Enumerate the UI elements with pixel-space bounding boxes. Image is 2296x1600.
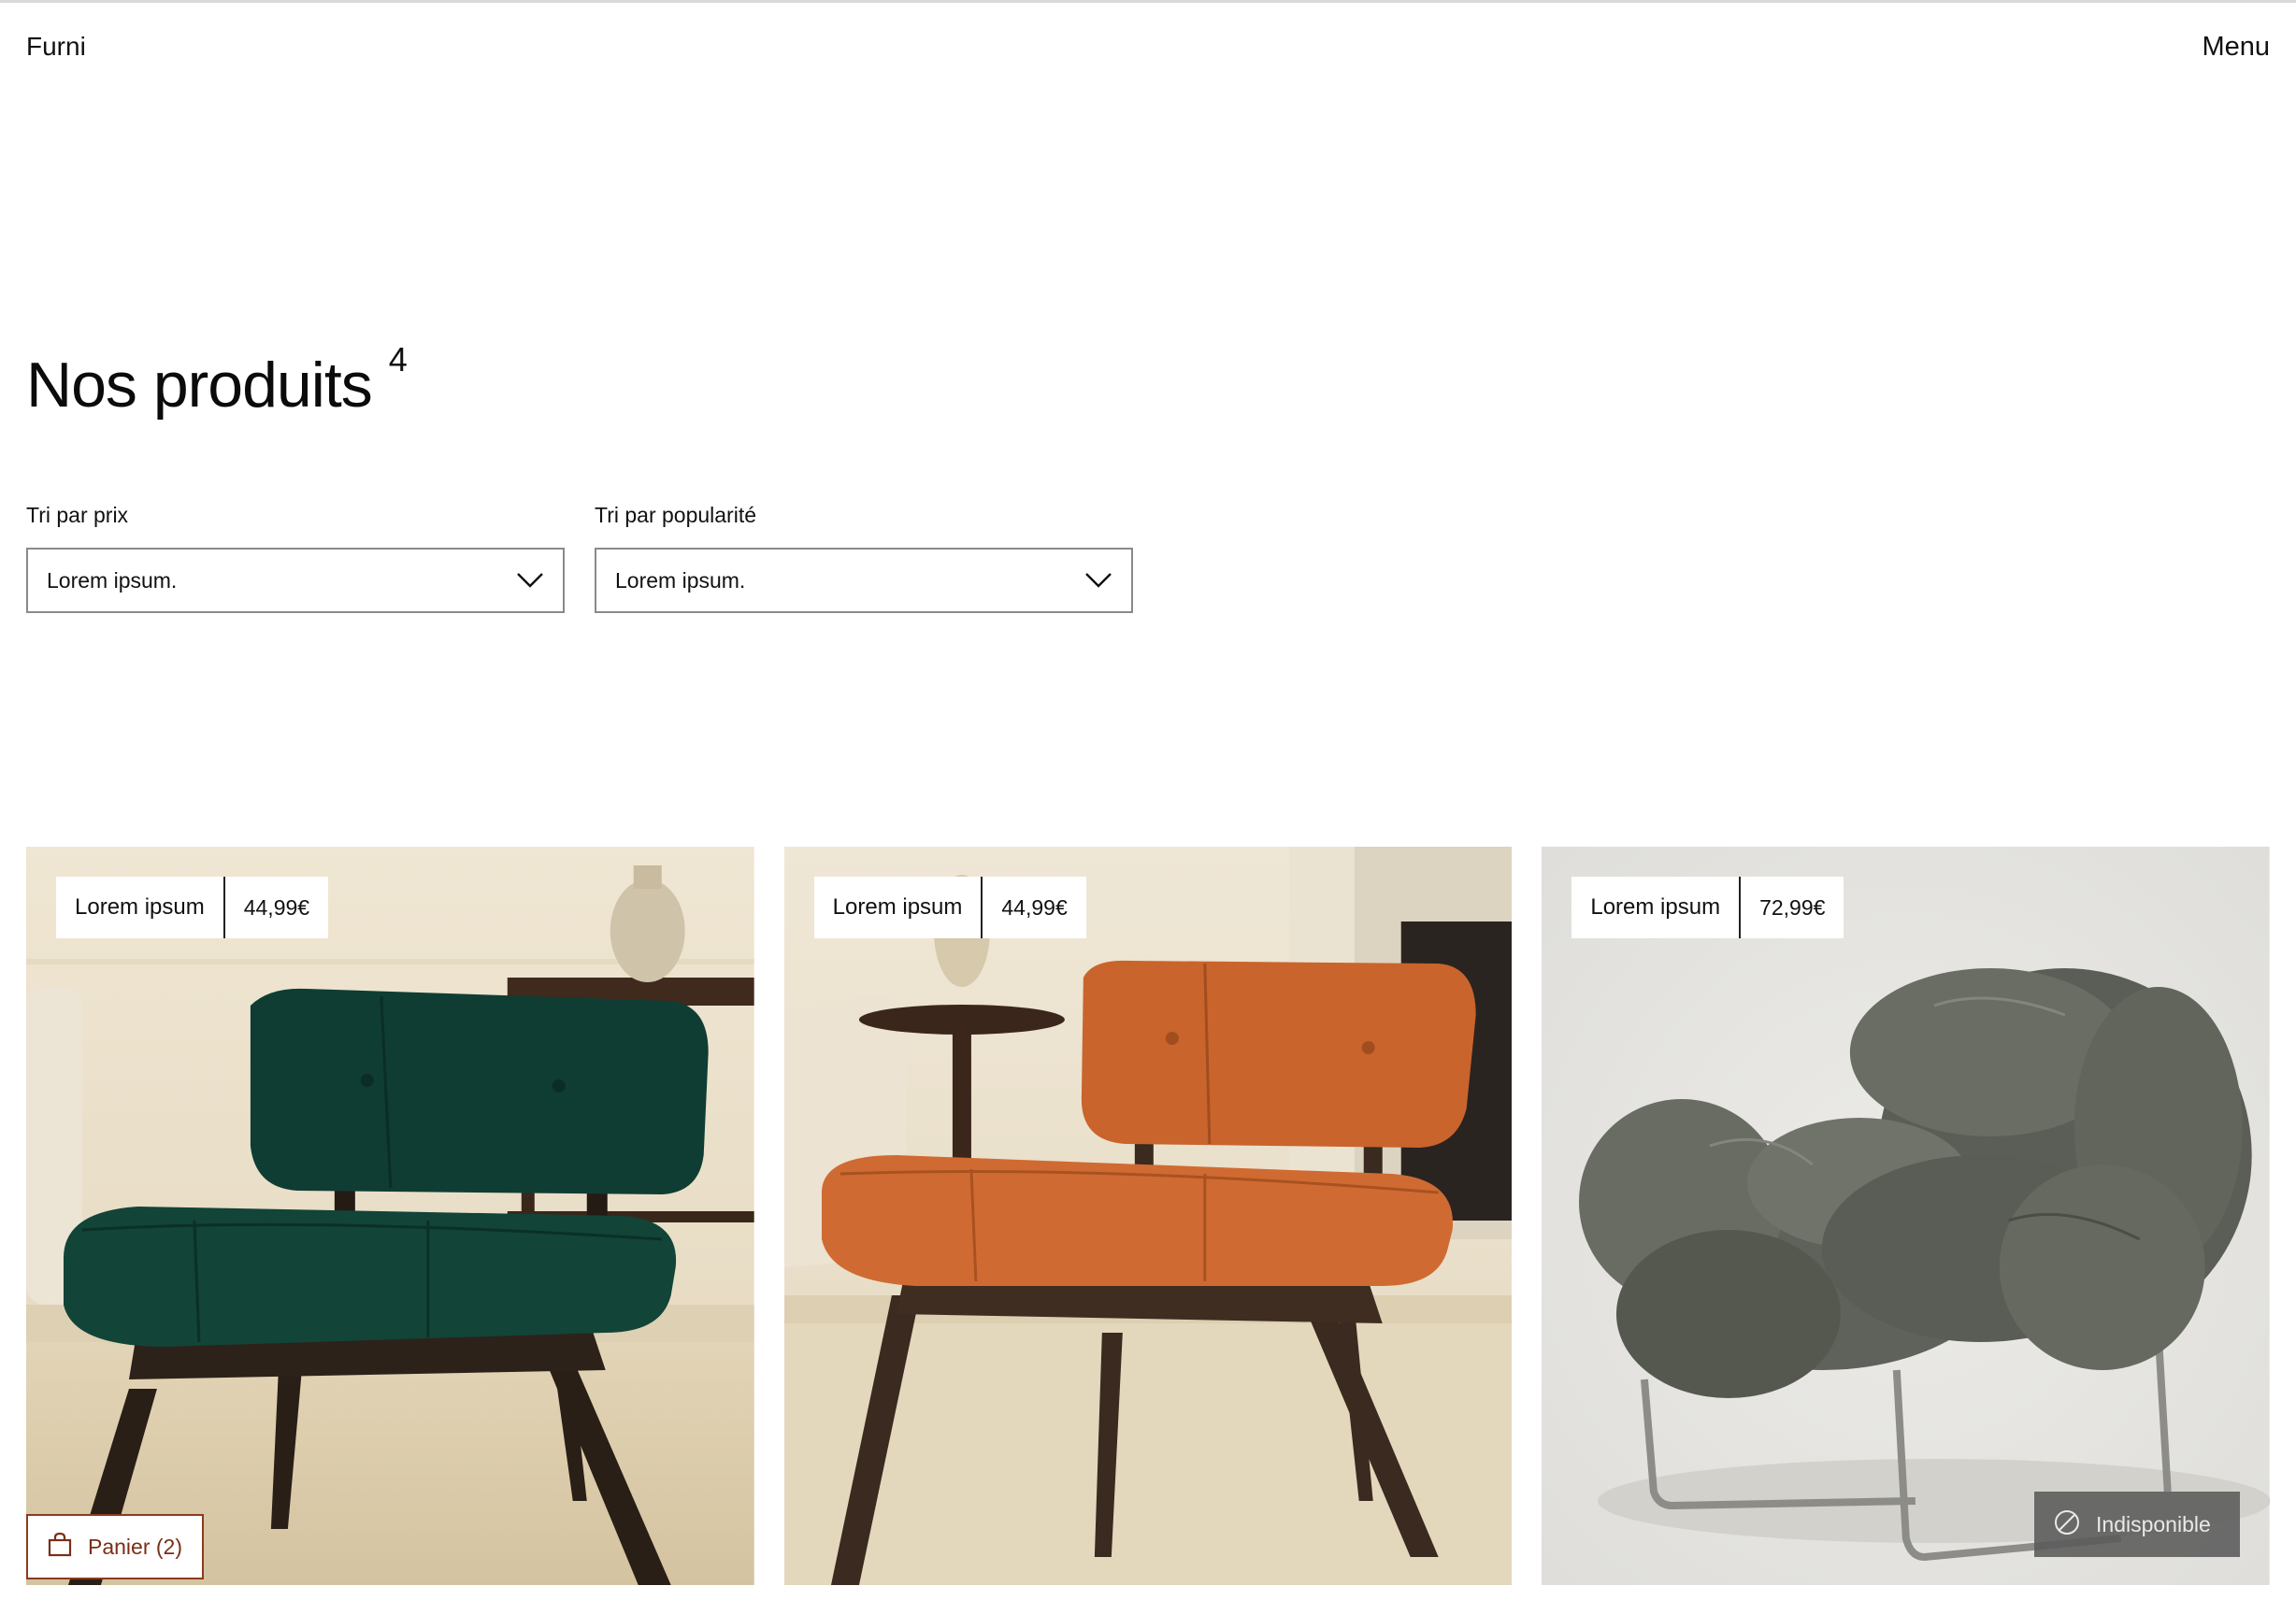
price-tag: Lorem ipsum 44,99€ [56, 877, 329, 938]
cart-label: Panier (2) [88, 1534, 182, 1559]
filter-popularity: Tri par popularité Lorem ipsum. [595, 503, 1133, 613]
product-name: Lorem ipsum [814, 877, 983, 938]
shopping-bag-icon [47, 1532, 73, 1563]
product-name: Lorem ipsum [1571, 877, 1742, 938]
page-title: Nos produits [26, 350, 373, 421]
product-image-orange-chair [783, 847, 1513, 1585]
product-price: 44,99€ [243, 894, 310, 920]
unavailable-badge: Indisponible [2034, 1492, 2241, 1557]
price-sort-select[interactable]: Lorem ipsum. [26, 548, 565, 613]
product-card[interactable]: Lorem ipsum 72,99€ Indisponible [1542, 847, 2271, 1585]
product-card[interactable]: Lorem ipsum 44,99€ [783, 847, 1513, 1585]
unavailable-label: Indisponible [2096, 1511, 2211, 1536]
product-name: Lorem ipsum [56, 877, 225, 938]
site-header: Furni Menu [26, 28, 2270, 65]
filter-price: Tri par prix Lorem ipsum. [26, 503, 565, 613]
filter-price-label: Tri par prix [26, 503, 129, 527]
product-count: 4 [388, 340, 408, 379]
product-grid: Lorem ipsum 44,99€ Panier (2) Lorem ipsu… [26, 847, 2271, 1585]
product-card[interactable]: Lorem ipsum 44,99€ Panier (2) [26, 847, 754, 1585]
popularity-sort-value: Lorem ipsum. [615, 567, 746, 593]
filter-popularity-label: Tri par popularité [595, 503, 757, 527]
unavailable-icon [2053, 1508, 2081, 1541]
price-tag: Lorem ipsum 72,99€ [1571, 877, 1844, 938]
product-image-green-chair [26, 847, 754, 1585]
brand-logo[interactable]: Furni [26, 32, 86, 62]
price-tag: Lorem ipsum 44,99€ [813, 877, 1086, 938]
price-sort-value: Lorem ipsum. [47, 567, 178, 593]
chevron-down-icon [516, 566, 544, 594]
product-price: 44,99€ [1001, 894, 1068, 920]
product-price: 72,99€ [1759, 894, 1826, 920]
popularity-sort-select[interactable]: Lorem ipsum. [595, 548, 1133, 613]
product-image-leather-armchair [1542, 847, 2271, 1585]
chevron-down-icon [1084, 566, 1112, 594]
menu-button[interactable]: Menu [2202, 32, 2270, 63]
cart-button[interactable]: Panier (2) [26, 1514, 204, 1579]
filters-bar: Tri par prix Lorem ipsum. Tri par popula… [26, 503, 1133, 613]
top-divider [0, 0, 2296, 3]
page-heading: Nos produits 4 [26, 340, 408, 424]
